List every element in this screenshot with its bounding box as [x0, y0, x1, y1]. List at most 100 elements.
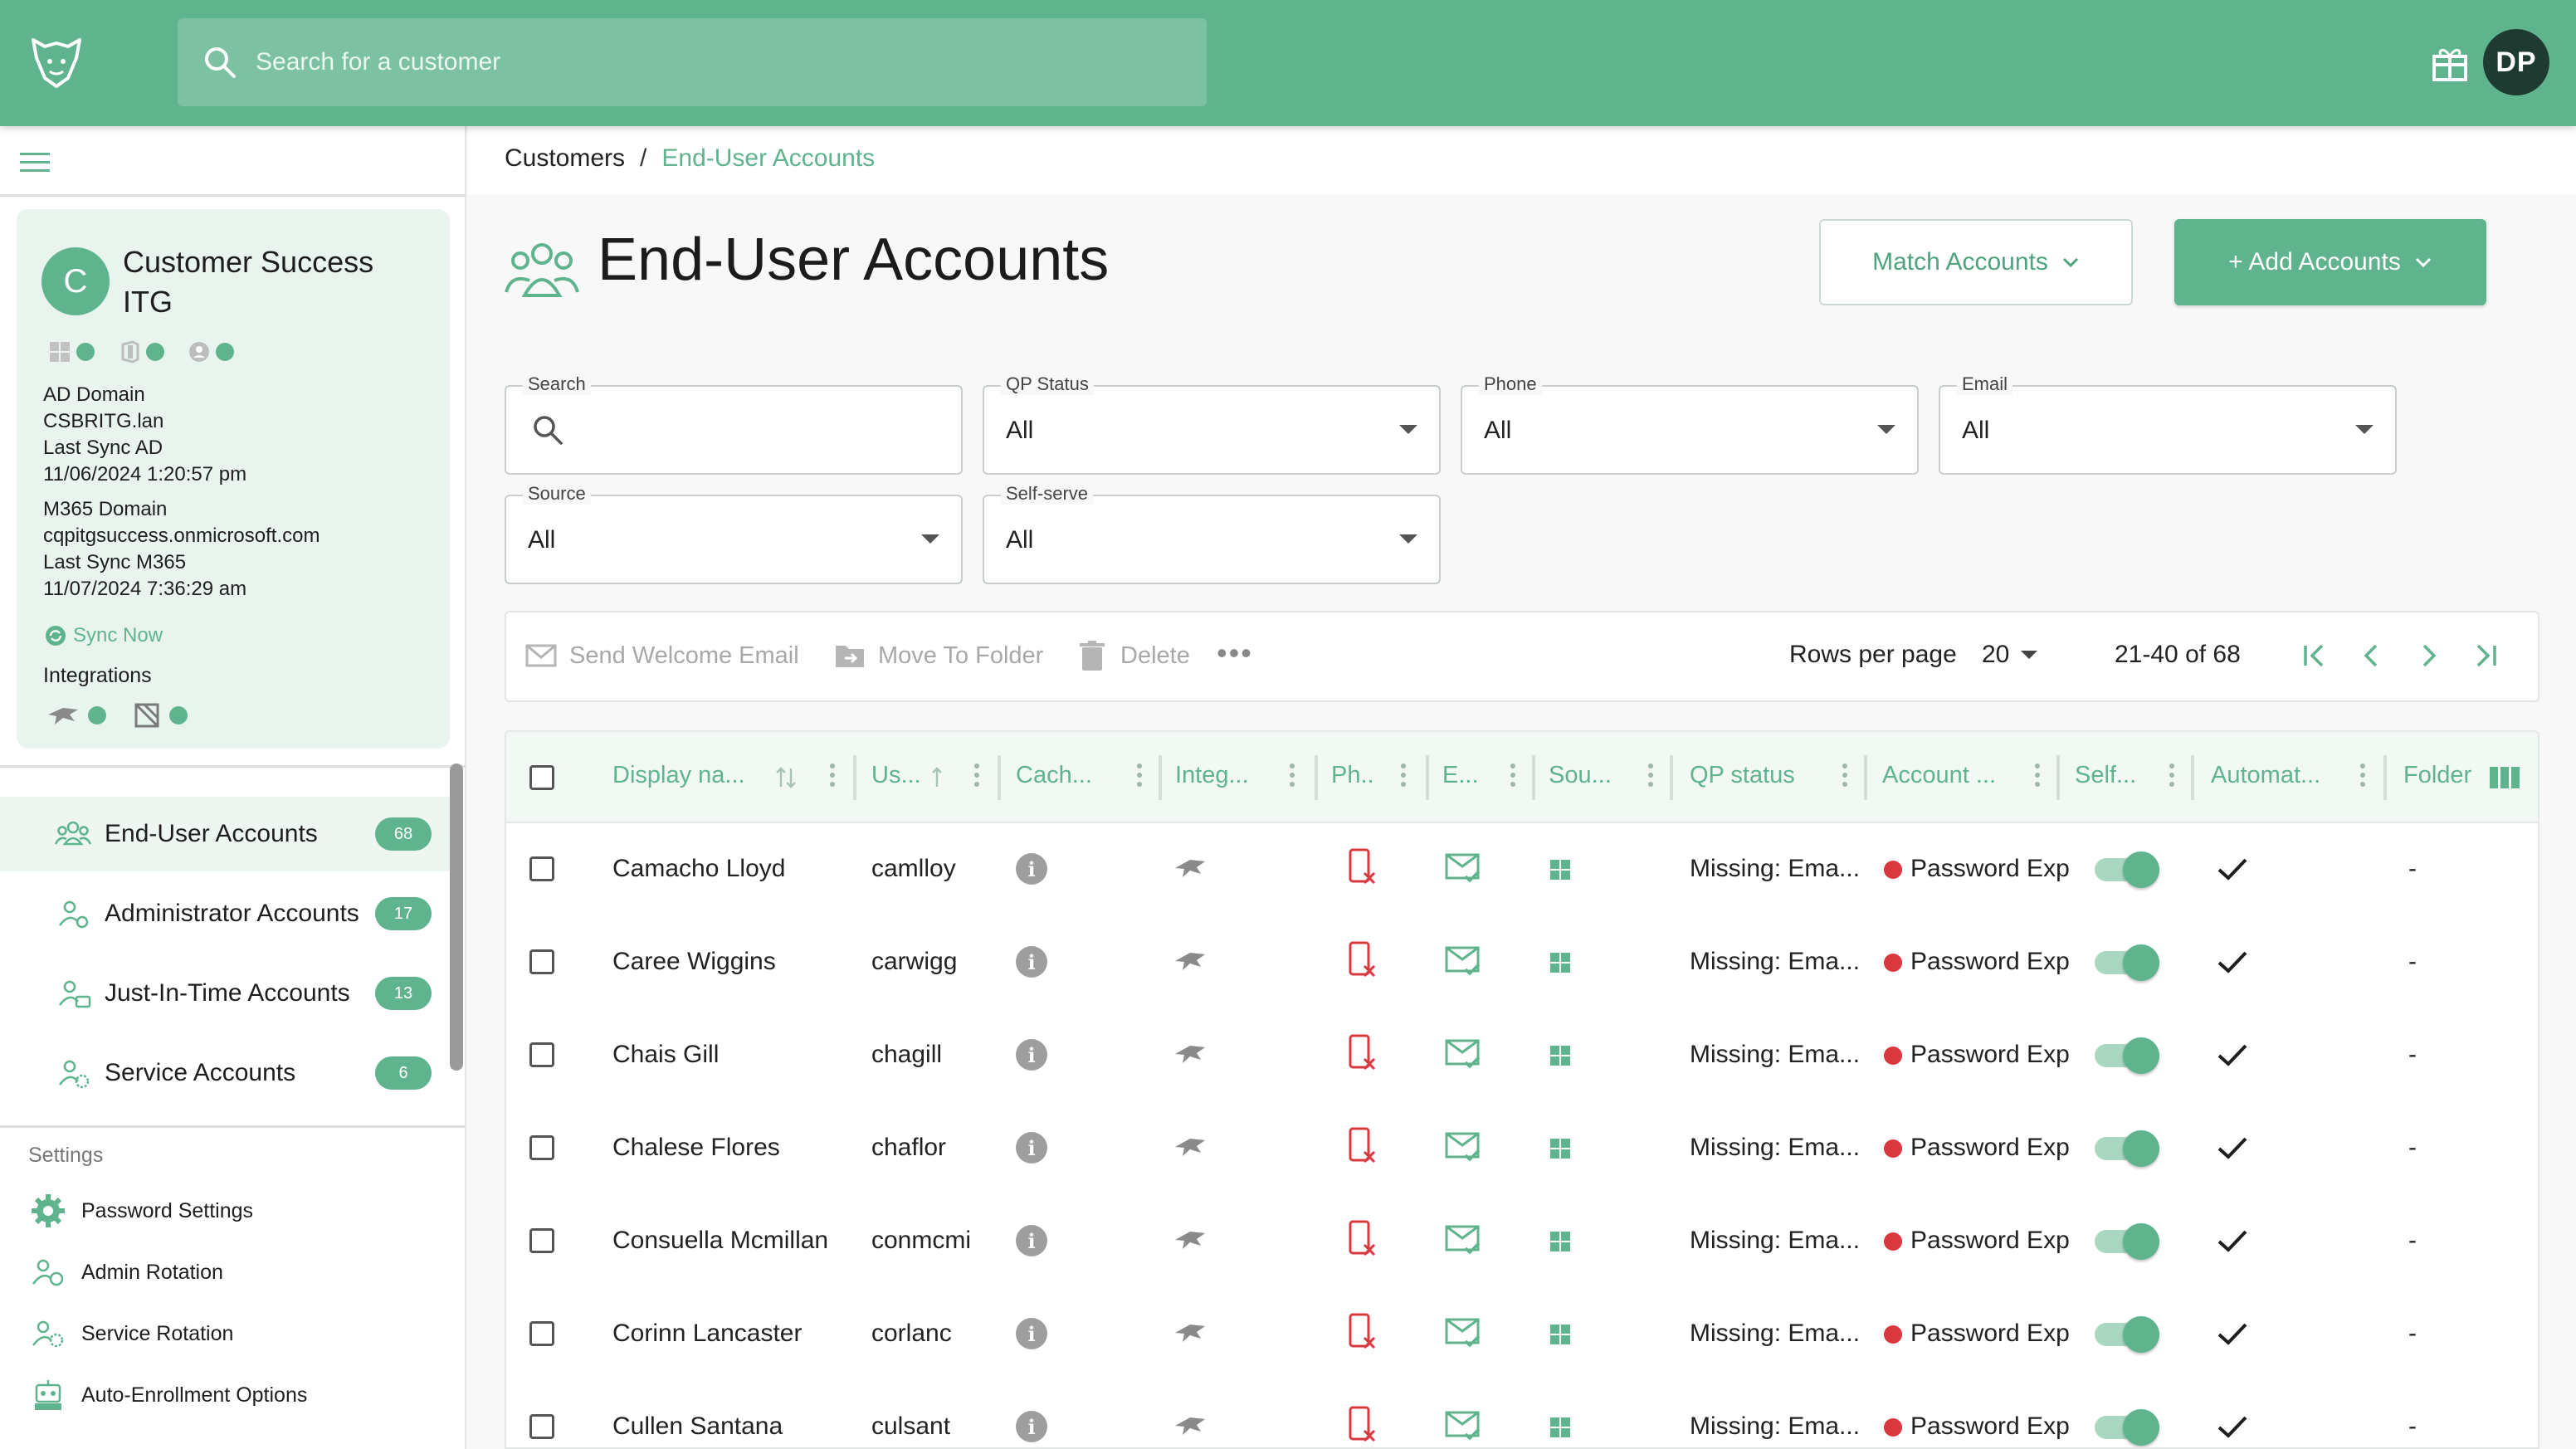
column-menu-icon[interactable]: [1290, 764, 1295, 792]
nav-item-service-accounts[interactable]: Service Accounts 6: [0, 1036, 450, 1110]
breadcrumb-customers[interactable]: Customers: [505, 144, 625, 173]
breadcrumb-current[interactable]: End-User Accounts: [661, 144, 875, 173]
table-row[interactable]: Consuella Mcmillan conmcmi i Missing: Em…: [506, 1195, 2538, 1288]
col-integrations[interactable]: Integ...: [1175, 762, 1249, 789]
nav-item-end-user-accounts[interactable]: End-User Accounts 68: [0, 797, 450, 871]
column-menu-icon[interactable]: [2035, 764, 2040, 792]
col-automatic[interactable]: Automat...: [2211, 762, 2320, 789]
row-checkbox[interactable]: [529, 1228, 554, 1253]
table-row[interactable]: Camacho Lloyd camlloy i Missing: Ema...: [506, 823, 2538, 916]
column-menu-icon[interactable]: [1137, 764, 1142, 792]
column-resize-handle[interactable]: [998, 755, 1001, 800]
sort-icon[interactable]: [775, 765, 797, 790]
send-welcome-email-button[interactable]: Send Welcome Email: [524, 639, 799, 672]
row-checkbox[interactable]: [529, 856, 554, 881]
self-serve-toggle[interactable]: [2095, 1130, 2159, 1167]
select-all-checkbox[interactable]: [529, 765, 554, 790]
col-cached[interactable]: Cach...: [1016, 762, 1092, 789]
info-icon[interactable]: i: [1016, 1411, 1047, 1442]
row-checkbox[interactable]: [529, 1414, 554, 1439]
column-resize-handle[interactable]: [1315, 755, 1318, 800]
col-folder[interactable]: Folder: [2403, 762, 2471, 789]
col-username[interactable]: Us...: [871, 762, 921, 789]
info-icon[interactable]: i: [1016, 946, 1047, 978]
column-menu-icon[interactable]: [1842, 764, 1847, 792]
rows-per-page-select[interactable]: 20: [1982, 641, 2038, 669]
self-serve-toggle[interactable]: [2095, 944, 2159, 981]
logo-icon[interactable]: [25, 30, 88, 93]
self-serve-toggle[interactable]: [2095, 1409, 2159, 1446]
table-row[interactable]: Corinn Lancaster corlanc i Missing: Ema.…: [506, 1288, 2538, 1381]
previous-page-icon[interactable]: [2354, 637, 2390, 674]
email-select[interactable]: Email All: [1939, 373, 2397, 475]
next-page-icon[interactable]: [2410, 637, 2447, 674]
sidebar-scrollbar[interactable]: [450, 764, 463, 1071]
add-accounts-button[interactable]: + Add Accounts: [2174, 219, 2486, 305]
self-serve-toggle[interactable]: [2095, 851, 2159, 888]
phone-select[interactable]: Phone All: [1461, 373, 1919, 475]
column-resize-handle[interactable]: [1159, 755, 1162, 800]
column-resize-handle[interactable]: [1426, 755, 1429, 800]
settings-item-admin-rotation[interactable]: Admin Rotation: [30, 1251, 223, 1293]
more-actions-icon[interactable]: •••: [1217, 636, 1253, 671]
column-resize-handle[interactable]: [2191, 755, 2194, 800]
table-row[interactable]: Cullen Santana culsant i Missing: Ema...: [506, 1381, 2538, 1447]
row-checkbox[interactable]: [529, 1321, 554, 1346]
info-icon[interactable]: i: [1016, 1039, 1047, 1071]
nav-item-partial[interactable]: [0, 1115, 450, 1124]
column-menu-icon[interactable]: [2360, 764, 2365, 792]
gift-icon[interactable]: [2430, 43, 2470, 83]
info-icon[interactable]: i: [1016, 1318, 1047, 1349]
column-resize-handle[interactable]: [853, 755, 856, 800]
table-row[interactable]: Chais Gill chagill i Missing: Ema... Pas…: [506, 1009, 2538, 1102]
row-checkbox[interactable]: [529, 949, 554, 974]
nav-item-just-in-time-accounts[interactable]: Just-In-Time Accounts 13: [0, 956, 450, 1031]
col-phone[interactable]: Ph..: [1331, 762, 1374, 789]
info-icon[interactable]: i: [1016, 1225, 1047, 1256]
sync-now-link[interactable]: Sync Now: [45, 624, 163, 647]
settings-item-password-settings[interactable]: Password Settings: [30, 1190, 253, 1232]
columns-icon[interactable]: [2488, 765, 2521, 790]
qp-status-select[interactable]: QP Status All: [983, 373, 1441, 475]
column-menu-icon[interactable]: [1510, 764, 1515, 792]
match-accounts-button[interactable]: Match Accounts: [1819, 219, 2133, 305]
col-display-name[interactable]: Display na...: [612, 762, 745, 789]
self-serve-select[interactable]: Self-serve All: [983, 483, 1441, 584]
column-resize-handle[interactable]: [1864, 755, 1867, 800]
col-email[interactable]: E...: [1442, 762, 1479, 789]
column-resize-handle[interactable]: [2056, 755, 2060, 800]
move-to-folder-button[interactable]: Move To Folder: [833, 639, 1043, 672]
column-resize-handle[interactable]: [1532, 755, 1535, 800]
nav-item-administrator-accounts[interactable]: Administrator Accounts 17: [0, 876, 450, 951]
info-icon[interactable]: i: [1016, 1132, 1047, 1164]
col-self-serve[interactable]: Self...: [2075, 762, 2136, 789]
self-serve-toggle[interactable]: [2095, 1037, 2159, 1074]
column-menu-icon[interactable]: [2169, 764, 2174, 792]
sort-asc-icon[interactable]: [931, 765, 943, 790]
column-resize-handle[interactable]: [2383, 755, 2387, 800]
self-serve-toggle[interactable]: [2095, 1223, 2159, 1260]
self-serve-toggle[interactable]: [2095, 1316, 2159, 1353]
menu-icon[interactable]: [18, 148, 51, 178]
column-resize-handle[interactable]: [1670, 755, 1673, 800]
user-avatar[interactable]: DP: [2483, 29, 2549, 95]
search-filter[interactable]: Search: [505, 373, 963, 475]
col-source[interactable]: Sou...: [1549, 762, 1612, 789]
info-icon[interactable]: i: [1016, 853, 1047, 885]
col-qp-status[interactable]: QP status: [1690, 762, 1795, 789]
settings-item-service-rotation[interactable]: Service Rotation: [30, 1313, 233, 1354]
col-account[interactable]: Account ...: [1882, 762, 1996, 789]
column-menu-icon[interactable]: [830, 764, 835, 792]
column-menu-icon[interactable]: [1648, 764, 1653, 792]
settings-item-auto-enrollment[interactable]: Auto-Enrollment Options: [30, 1374, 307, 1416]
customer-search-bar[interactable]: Search for a customer: [178, 18, 1207, 106]
source-select[interactable]: Source All: [505, 483, 963, 584]
column-menu-icon[interactable]: [974, 764, 979, 792]
table-row[interactable]: Chalese Flores chaflor i Missing: Ema...: [506, 1102, 2538, 1195]
delete-button[interactable]: Delete: [1076, 639, 1190, 672]
row-checkbox[interactable]: [529, 1042, 554, 1067]
column-menu-icon[interactable]: [1401, 764, 1406, 792]
row-checkbox[interactable]: [529, 1135, 554, 1160]
table-row[interactable]: Caree Wiggins carwigg i Missing: Ema...: [506, 916, 2538, 1009]
first-page-icon[interactable]: [2297, 637, 2334, 674]
